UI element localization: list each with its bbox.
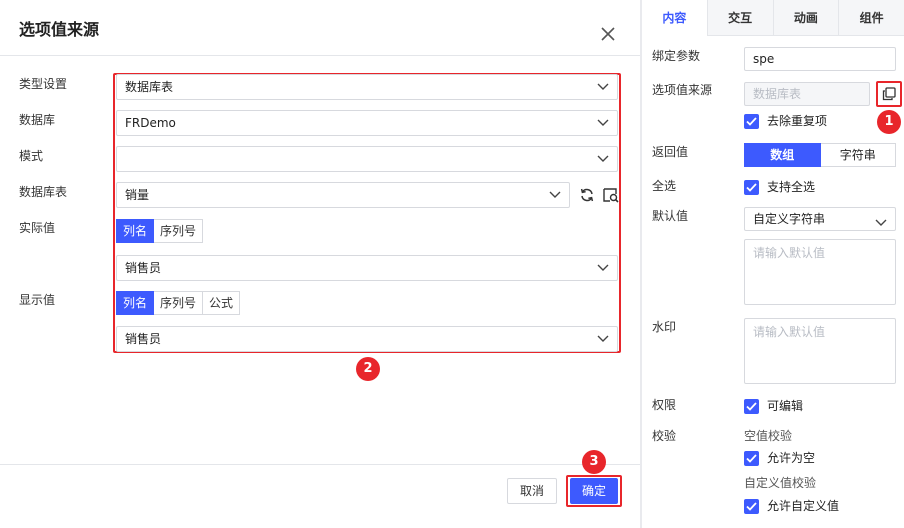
default-value-label: 默认值: [652, 209, 689, 223]
type-select[interactable]: 数据库表: [116, 74, 618, 100]
dedupe-label: 去除重复项: [767, 114, 828, 128]
allow-custom-row: 允许自定义值: [744, 498, 839, 514]
select-all-row: 支持全选: [744, 179, 815, 195]
display-mode-index[interactable]: 序列号: [154, 291, 204, 315]
watermark-label: 水印: [652, 320, 677, 334]
dialog-title: 选项值来源: [19, 20, 100, 39]
editable-row: 可编辑: [744, 398, 803, 414]
preview-icon[interactable]: [602, 186, 620, 204]
select-all-checkbox[interactable]: [744, 179, 759, 195]
allow-empty-row: 允许为空: [744, 450, 815, 466]
property-panel: 内容 交互 动画 组件 绑定参数 spe 选项值来源 数据库表 1 去除重复项 …: [642, 0, 904, 528]
option-source-label: 选项值来源: [652, 83, 713, 97]
checkmark-icon: [746, 116, 757, 126]
return-value-label: 返回值: [652, 145, 689, 159]
actual-mode-index[interactable]: 序列号: [154, 219, 204, 243]
allow-empty-checkbox[interactable]: [744, 450, 759, 466]
actual-value-label: 实际值: [19, 221, 56, 235]
editable-label: 可编辑: [767, 399, 804, 413]
display-mode-formula[interactable]: 公式: [203, 291, 241, 315]
actual-mode-column[interactable]: 列名: [116, 219, 155, 243]
tab-animation[interactable]: 动画: [772, 0, 839, 36]
step-badge-1: 1: [877, 110, 901, 134]
table-select-value: 销量: [125, 188, 150, 202]
checkmark-icon: [746, 501, 757, 511]
return-array-option[interactable]: 数组: [744, 143, 821, 167]
type-select-value: 数据库表: [125, 80, 174, 94]
default-value-textarea[interactable]: 请输入默认值: [744, 239, 896, 305]
schema-label: 模式: [19, 149, 44, 163]
dialog-header: 选项值来源: [0, 0, 640, 56]
database-select[interactable]: FRDemo: [116, 110, 618, 136]
step-badge-2: 2: [356, 357, 380, 381]
display-value-select-value: 销售员: [125, 332, 162, 346]
confirm-button[interactable]: 确定: [570, 478, 618, 504]
table-select[interactable]: 销量: [116, 182, 570, 208]
copy-icon: [882, 87, 896, 101]
display-value-mode: 列名 序列号 公式: [116, 291, 241, 315]
select-all-label: 全选: [652, 179, 677, 193]
copy-source-button[interactable]: [876, 81, 902, 107]
schema-select[interactable]: [116, 146, 618, 172]
table-label: 数据库表: [19, 185, 68, 199]
checkmark-icon: [746, 182, 757, 192]
allow-empty-label: 允许为空: [767, 451, 816, 465]
return-value-toggle: 数组 字符串: [744, 143, 896, 167]
actual-value-mode: 列名 序列号: [116, 219, 204, 243]
bind-param-label: 绑定参数: [652, 49, 701, 63]
validation-label: 校验: [652, 429, 677, 443]
refresh-icon[interactable]: [578, 186, 596, 204]
actual-value-select[interactable]: 销售员: [116, 255, 618, 281]
watermark-textarea[interactable]: 请输入默认值: [744, 318, 896, 384]
close-icon[interactable]: [598, 24, 618, 44]
display-value-select[interactable]: 销售员: [116, 326, 618, 352]
chevron-down-icon: [597, 335, 609, 343]
display-mode-column[interactable]: 列名: [116, 291, 155, 315]
actual-value-select-value: 销售员: [125, 261, 162, 275]
allow-custom-label: 允许自定义值: [767, 499, 840, 513]
chevron-down-icon: [597, 83, 609, 91]
tab-interaction[interactable]: 交互: [706, 0, 773, 36]
checkmark-icon: [746, 401, 757, 411]
chevron-down-icon: [597, 155, 609, 163]
display-value-label: 显示值: [19, 293, 56, 307]
chevron-down-icon: [597, 119, 609, 127]
dedupe-row: 去除重复项: [744, 113, 827, 129]
database-select-value: FRDemo: [125, 116, 176, 130]
chevron-down-icon: [875, 216, 887, 230]
permission-label: 权限: [652, 398, 677, 412]
custom-check-label: 自定义值校验: [744, 476, 817, 490]
allow-custom-checkbox[interactable]: [744, 498, 759, 514]
type-label: 类型设置: [19, 77, 68, 91]
bind-param-input[interactable]: spe: [744, 47, 896, 71]
database-label: 数据库: [19, 113, 56, 127]
editable-checkbox[interactable]: [744, 398, 759, 414]
chevron-down-icon: [549, 191, 561, 199]
support-select-all-label: 支持全选: [767, 180, 816, 194]
option-source-dialog: 选项值来源 类型设置 数据库 模式 数据库表 实际值 显示值 数据库表 FRDe…: [0, 0, 640, 528]
checkmark-icon: [746, 453, 757, 463]
cancel-button[interactable]: 取消: [507, 478, 557, 504]
panel-tabs: 内容 交互 动画 组件: [642, 0, 904, 36]
tab-component[interactable]: 组件: [838, 0, 904, 36]
option-source-input: 数据库表: [744, 82, 870, 106]
step-badge-3: 3: [582, 450, 606, 474]
return-string-option[interactable]: 字符串: [820, 143, 896, 167]
default-type-value: 自定义字符串: [753, 212, 826, 226]
empty-check-label: 空值校验: [744, 429, 793, 443]
chevron-down-icon: [597, 264, 609, 272]
default-type-select[interactable]: 自定义字符串: [744, 207, 896, 231]
dedupe-checkbox[interactable]: [744, 113, 759, 129]
tab-content[interactable]: 内容: [642, 0, 707, 36]
